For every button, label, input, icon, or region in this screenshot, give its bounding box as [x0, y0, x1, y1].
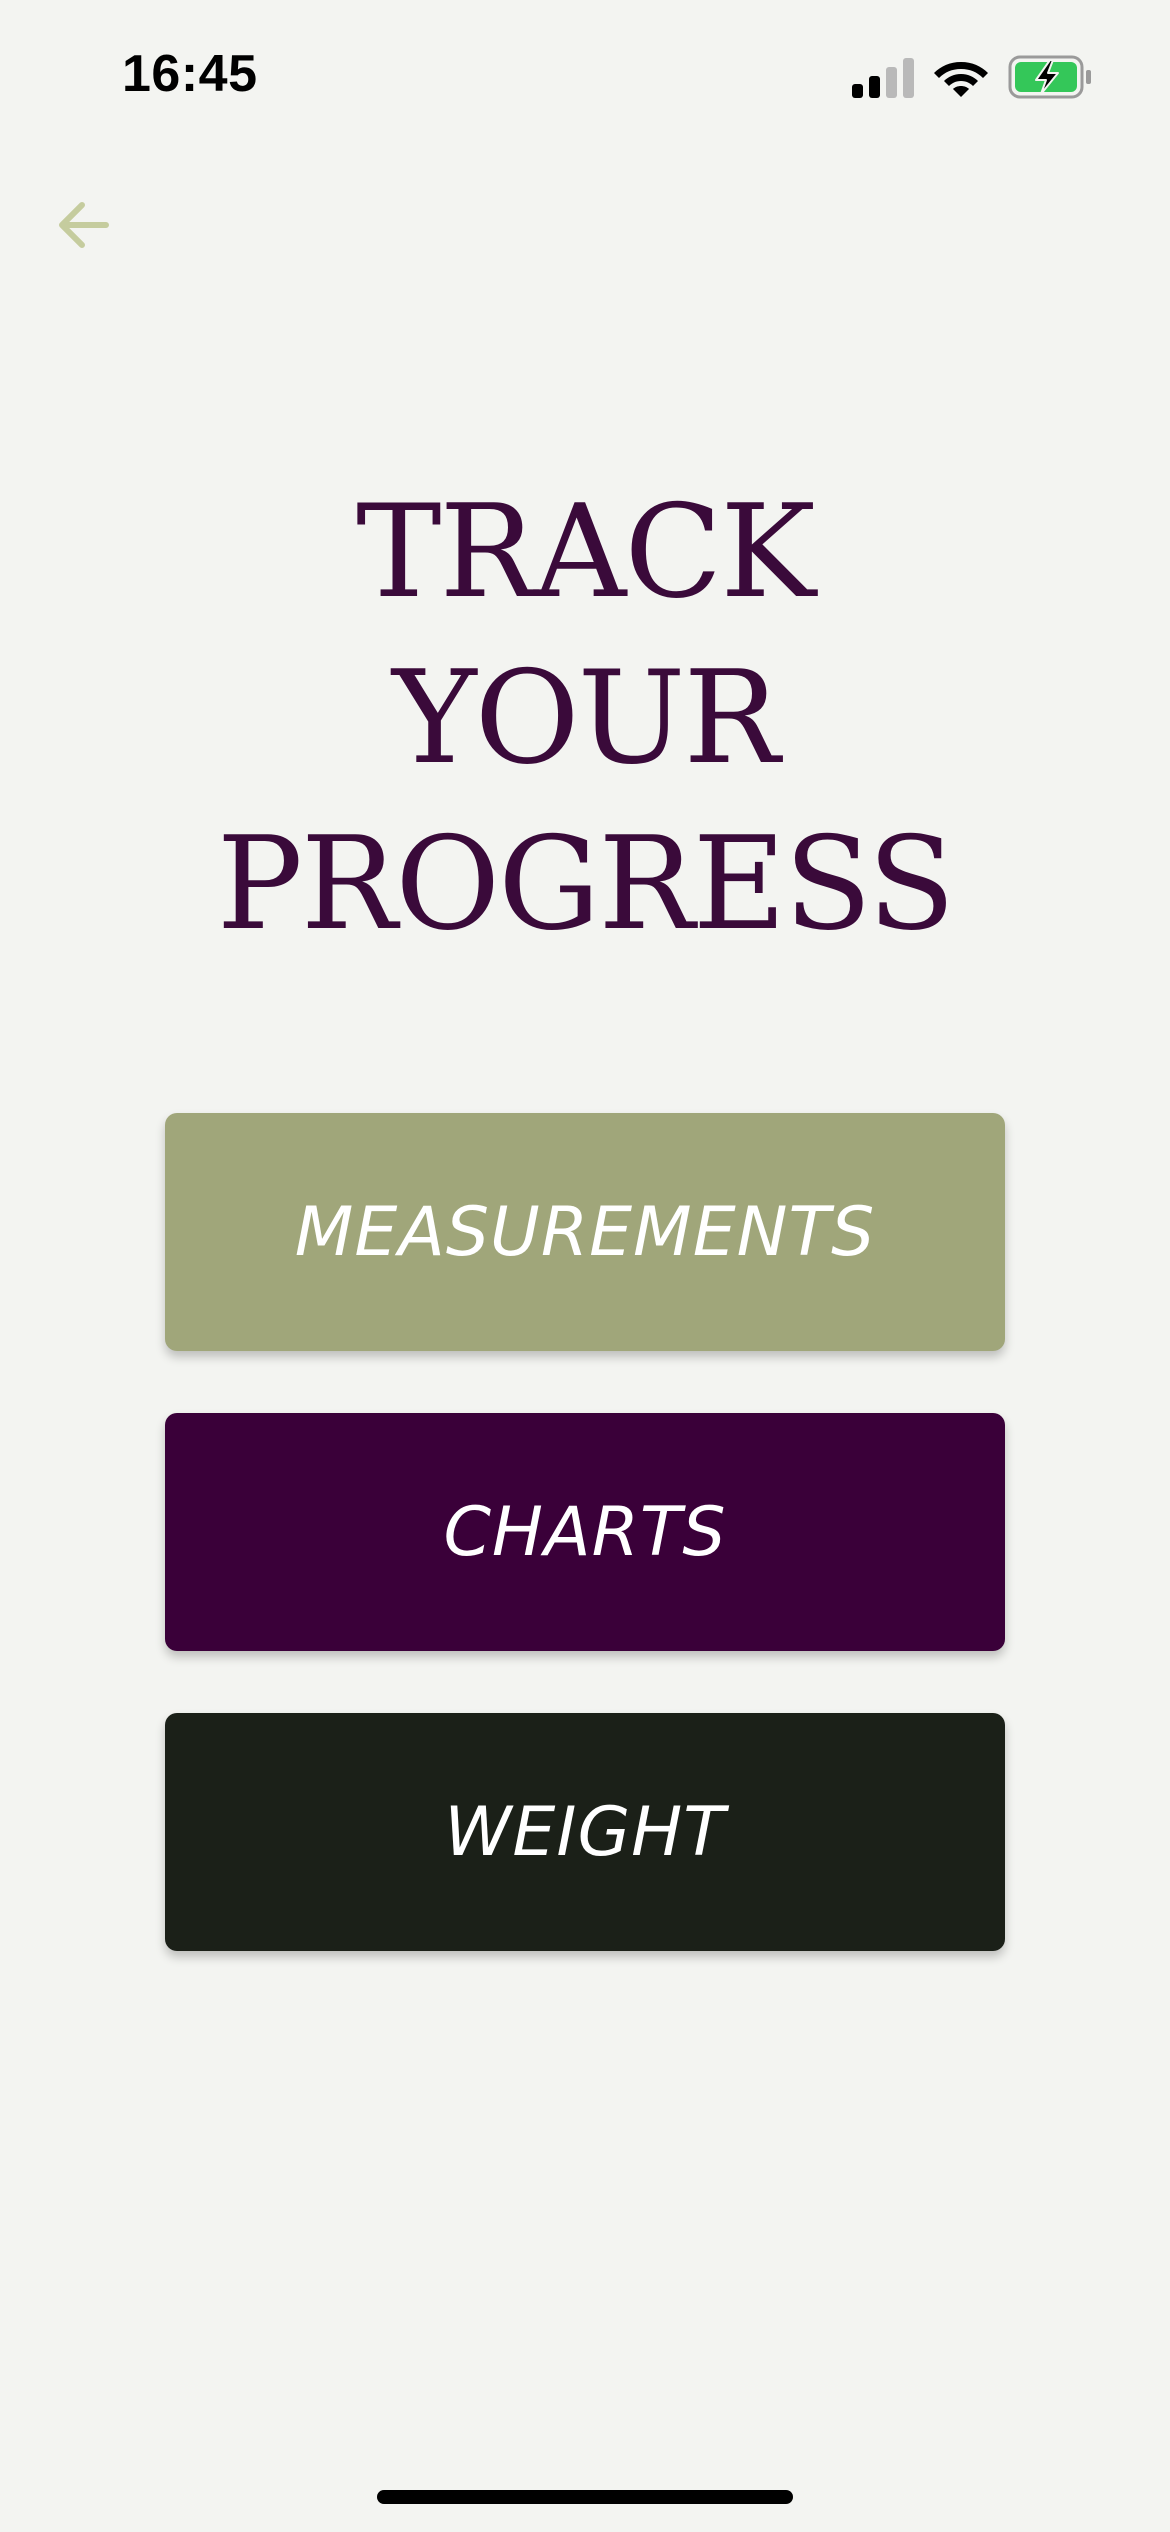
measurements-button[interactable]: MEASUREMENTS	[165, 1113, 1005, 1351]
charts-button[interactable]: CHARTS	[165, 1413, 1005, 1651]
page-title-line-3: PROGRESS	[216, 810, 956, 959]
arrow-left-icon	[59, 202, 109, 248]
page-title-line-2: YOUR	[392, 644, 780, 793]
weight-button-label: WEIGHT	[444, 1792, 726, 1872]
measurements-button-label: MEASUREMENTS	[294, 1192, 876, 1272]
cellular-signal-icon	[852, 58, 914, 98]
charts-button-label: CHARTS	[443, 1492, 727, 1572]
status-time: 16:45	[122, 45, 258, 103]
status-bar: 16:45	[0, 0, 1170, 150]
page-title-line-1: TRACK	[356, 478, 816, 627]
weight-button[interactable]: WEIGHT	[165, 1713, 1005, 1951]
battery-charging-icon	[1008, 55, 1091, 99]
home-indicator[interactable]	[377, 2490, 793, 2504]
page-title: TRACK YOUR PROGRESS	[0, 470, 1170, 968]
wifi-icon	[934, 62, 988, 97]
back-button[interactable]	[50, 190, 120, 260]
